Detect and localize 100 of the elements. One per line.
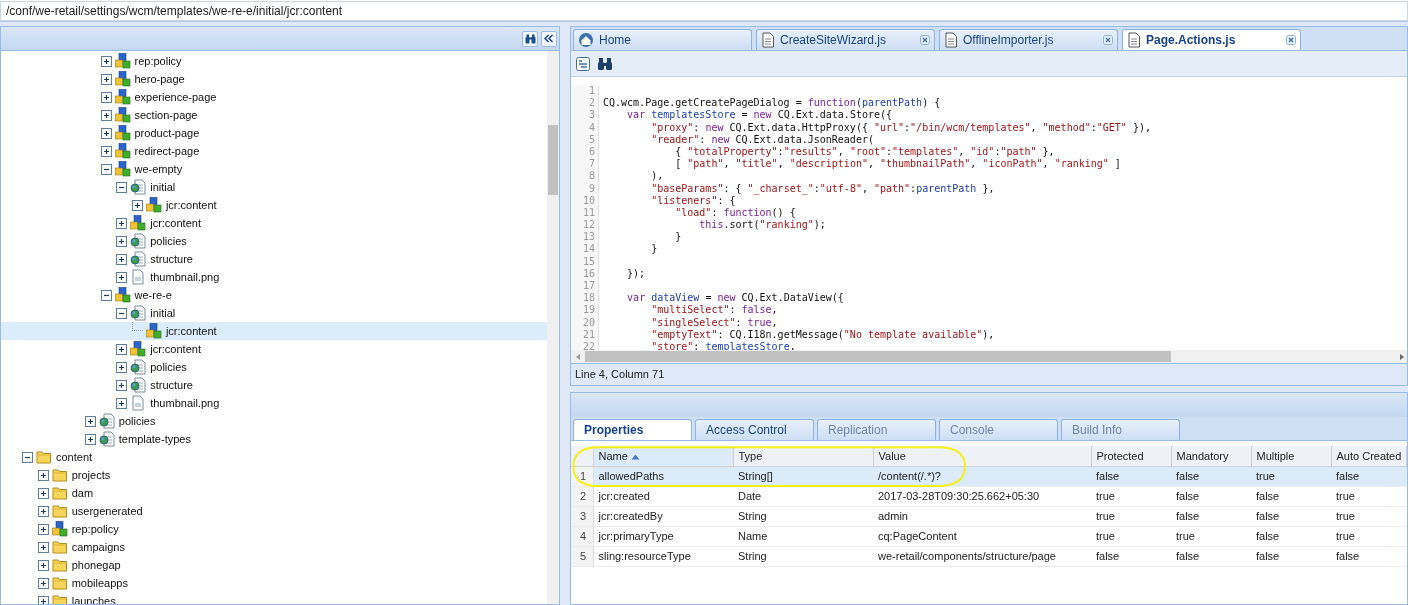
table-cell: 2017-03-28T09:30:25.662+05:30	[878, 489, 1040, 502]
expand-icon[interactable]	[116, 271, 128, 283]
tree-item[interactable]: we-re-e	[1, 286, 547, 304]
expand-icon[interactable]	[37, 577, 49, 589]
expand-icon[interactable]	[37, 559, 49, 571]
address-field[interactable]: /conf/we-retail/settings/wcm/templates/we-re-e/initial/jcr:content	[0, 0, 1408, 21]
table-row[interactable]: 3 jcr:createdBy String admin true false false true	[571, 506, 1407, 526]
tree-item[interactable]: jcr:content	[1, 340, 547, 358]
expand-icon[interactable]	[116, 343, 128, 355]
horizontal-scrollbar[interactable]	[571, 350, 1407, 363]
tree-item[interactable]: experience-page	[1, 88, 547, 106]
line-number: 3	[588, 109, 595, 121]
expand-icon[interactable]	[37, 595, 49, 604]
tree-item[interactable]: usergenerated	[1, 502, 547, 520]
tree-item[interactable]: we-empty	[1, 160, 547, 178]
table-cell: jcr:created	[598, 489, 650, 502]
cubes-icon	[145, 323, 162, 339]
tree-item[interactable]: structure	[1, 376, 547, 394]
column-header[interactable]: Auto Created	[1336, 449, 1402, 462]
expand-icon[interactable]	[84, 415, 96, 427]
editor-tab[interactable]: CreateSiteWizard.js	[756, 29, 935, 50]
tree-item[interactable]: thumbnail.png	[1, 394, 547, 412]
collapse-icon[interactable]	[100, 289, 112, 301]
expand-icon[interactable]	[37, 469, 49, 481]
folder-icon	[51, 485, 68, 501]
tree-item[interactable]: section-page	[1, 106, 547, 124]
collapse-button[interactable]	[541, 30, 557, 47]
collapse-icon[interactable]	[116, 181, 128, 193]
column-header[interactable]: Value	[878, 449, 906, 462]
tree-item[interactable]: rep:policy	[1, 520, 547, 538]
search-button[interactable]	[522, 30, 538, 47]
expand-icon[interactable]	[100, 109, 112, 121]
collapse-icon[interactable]	[22, 451, 33, 463]
tree-item[interactable]: jcr:content	[1, 196, 547, 214]
column-header[interactable]: Mandatory	[1176, 449, 1229, 462]
expand-icon[interactable]	[100, 73, 112, 85]
expand-icon[interactable]	[131, 199, 143, 211]
expand-icon[interactable]	[116, 361, 128, 373]
properties-tab[interactable]: Properties	[573, 419, 692, 440]
column-header[interactable]: Protected	[1096, 449, 1144, 462]
tree-item[interactable]: initial	[1, 178, 547, 196]
expand-icon[interactable]	[116, 217, 128, 229]
tree-item[interactable]: content	[1, 448, 547, 466]
expand-icon[interactable]	[100, 55, 112, 67]
tree-item[interactable]: initial	[1, 304, 547, 322]
outline-icon[interactable]	[575, 55, 591, 72]
tree-item[interactable]: rep:policy	[1, 52, 547, 70]
expand-icon[interactable]	[84, 433, 96, 445]
scrollbar[interactable]	[547, 51, 559, 604]
cubes-icon	[114, 287, 131, 303]
column-header[interactable]: Type	[738, 449, 763, 462]
editor-tab[interactable]: Page.Actions.js	[1122, 29, 1301, 50]
collapse-icon[interactable]	[100, 163, 112, 175]
tree-item[interactable]: jcr:content	[1, 214, 547, 232]
editor-tab[interactable]: OfflineImporter.js	[939, 29, 1118, 50]
tree-item[interactable]: projects	[1, 466, 547, 484]
editor-tab[interactable]: Home	[573, 29, 752, 50]
tree-item[interactable]: policies	[1, 358, 547, 376]
properties-tab[interactable]: Access Control	[695, 419, 814, 440]
close-icon[interactable]	[1286, 35, 1296, 45]
tree-item[interactable]: redirect-page	[1, 142, 547, 160]
tree-item[interactable]: hero-page	[1, 70, 547, 88]
expand-icon[interactable]	[100, 127, 112, 139]
expand-icon[interactable]	[37, 505, 49, 517]
column-header[interactable]: Name	[598, 449, 628, 462]
collapse-icon[interactable]	[116, 307, 128, 319]
document-globe-icon	[130, 233, 147, 249]
expand-icon[interactable]	[100, 145, 112, 157]
table-row[interactable]: 4 jcr:primaryType Name cq:PageContent true true false true	[571, 526, 1407, 546]
tree-item[interactable]: launches	[1, 592, 547, 604]
tree-item[interactable]: policies	[1, 232, 547, 250]
tree-item[interactable]: template-types	[1, 430, 547, 448]
column-header[interactable]: Multiple	[1256, 449, 1295, 462]
tree-item[interactable]: jcr:content	[1, 322, 547, 340]
expand-icon[interactable]	[37, 541, 49, 553]
expand-icon[interactable]	[116, 379, 128, 391]
expand-icon[interactable]	[100, 91, 112, 103]
cubes-icon	[114, 89, 131, 105]
expand-icon[interactable]	[116, 235, 128, 247]
tree-item[interactable]: product-page	[1, 124, 547, 142]
tree-item[interactable]: phonegap	[1, 556, 547, 574]
scroll-right-icon[interactable]	[1398, 352, 1406, 361]
close-icon[interactable]	[1103, 35, 1113, 45]
tree-item[interactable]: structure	[1, 250, 547, 268]
expand-icon[interactable]	[37, 523, 49, 535]
line-number: 7	[588, 158, 595, 170]
binoculars-icon[interactable]	[597, 56, 613, 71]
close-icon[interactable]	[920, 35, 930, 45]
expand-icon[interactable]	[116, 253, 128, 265]
sort-ascending-icon[interactable]	[630, 453, 640, 460]
table-row[interactable]: 2 jcr:created Date 2017-03-28T09:30:25.662+05:30 true false false true	[571, 486, 1407, 506]
expand-icon[interactable]	[116, 397, 128, 409]
table-cell: true	[1336, 489, 1355, 502]
expand-icon[interactable]	[37, 487, 49, 499]
tree-item[interactable]: campaigns	[1, 538, 547, 556]
tree-item[interactable]: thumbnail.png	[1, 268, 547, 286]
tree-item[interactable]: dam	[1, 484, 547, 502]
tree-item[interactable]: policies	[1, 412, 547, 430]
table-row[interactable]: 5 sling:resourceType String we-retail/components/structure/page false false false false	[571, 546, 1407, 566]
tree-item[interactable]: mobileapps	[1, 574, 547, 592]
